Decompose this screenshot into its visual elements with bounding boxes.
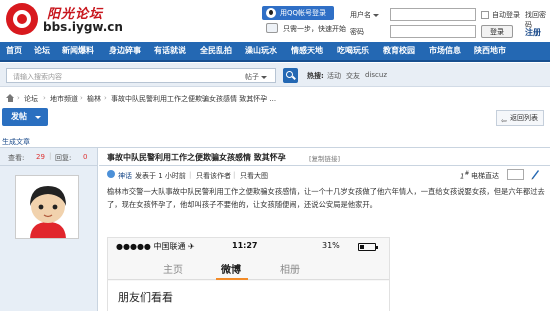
quick-login-icon <box>266 23 278 33</box>
chevron-down-icon <box>261 75 267 79</box>
nav-item-education[interactable]: 教育校园 <box>383 42 415 60</box>
home-icon[interactable] <box>6 94 15 102</box>
phone-tab-home: 主页 <box>163 265 183 276</box>
site-logo-icon[interactable] <box>6 3 38 35</box>
phone-status-bar: ●●●●● 中国联通 ✈ 11:27 31% <box>108 238 389 254</box>
auto-login-label: 自动登录 <box>492 11 520 19</box>
qq-icon <box>266 8 276 18</box>
username-input[interactable] <box>390 8 476 21</box>
site-header: 阳光论坛 bbs.iygw.cn 用QQ帐号登录 只需一步，快速开始 用户名 密… <box>0 0 550 40</box>
phone-tab-weibo: 微博 <box>221 265 241 276</box>
phone-tab-underline <box>216 278 248 280</box>
generate-article-link[interactable]: 生成文章 <box>2 137 30 147</box>
replies-count: 0 <box>83 153 88 161</box>
user-icon <box>107 170 115 178</box>
only-author-link[interactable]: 只看该作者 <box>196 171 231 181</box>
nav-item-talk[interactable]: 有话就说 <box>154 42 186 60</box>
phone-time: 11:27 <box>232 241 258 250</box>
phone-carrier: ●●●●● 中国联通 ✈ <box>116 242 195 251</box>
large-image-link[interactable]: 只看大图 <box>240 171 268 181</box>
quick-login-link[interactable]: 只需一步，快速开始 <box>283 24 346 34</box>
author-avatar[interactable] <box>15 175 79 239</box>
phone-battery-percent: 31% <box>322 241 340 250</box>
back-to-list-button[interactable]: ⇦ 返回列表 <box>496 110 544 126</box>
chevron-down-icon <box>373 13 379 17</box>
nav-item-emotion[interactable]: 情感天地 <box>291 42 323 60</box>
thread-stats: 查看: 29 | 回复: 0 <box>0 148 98 166</box>
search-button[interactable] <box>283 68 298 83</box>
breadcrumb: › 论坛 › 地市频道 › 榆林 › 事故中队民警利用工作之便欺骗女孩感情 致其… <box>0 92 550 106</box>
post-main: 事故中队民警利用工作之便欺骗女孩感情 致其怀孕 [复制链接] 神话 发表于 1 … <box>99 148 550 311</box>
post-content: 榆林市交警一大队事故中队民警利用工作之便欺骗女孩感情，让一个十几岁女孩做了他六年… <box>107 187 545 209</box>
avatar-image <box>16 176 78 238</box>
nav-item-market[interactable]: 市场信息 <box>429 42 461 60</box>
phone-content: 朋友们看看 <box>108 281 389 311</box>
hot-search-item[interactable]: discuz <box>365 71 387 79</box>
password-label: 密码 <box>350 28 364 36</box>
breadcrumb-item[interactable]: 地市频道 <box>50 94 78 104</box>
views-label: 查看: <box>8 154 25 162</box>
author-name[interactable]: 神话 <box>118 171 132 181</box>
search-input[interactable]: 请输入搜索内容 帖子 <box>6 68 276 83</box>
new-post-button[interactable]: 发帖 <box>2 108 48 126</box>
thread: 查看: 29 | 回复: 0 事故中队民警利用工作之便欺骗女孩感情 致其怀孕 [… <box>0 147 550 311</box>
post-meta: 神话 发表于 1 小时前 | 只看该作者 | 只看大图 1# 电梯直达 <box>99 168 550 184</box>
breadcrumb-current: 事故中队民警利用工作之便欺骗女孩感情 致其怀孕 ... <box>111 95 277 103</box>
author-sidebar: 查看: 29 | 回复: 0 <box>0 148 98 311</box>
hot-search-item[interactable]: 交友 <box>346 71 360 81</box>
search-bar: 请输入搜索内容 帖子 热搜: 活动 交友 discuz <box>0 63 550 87</box>
qq-login-button[interactable]: 用QQ帐号登录 <box>262 6 334 20</box>
jump-to-floor-label: 电梯直达 <box>471 172 499 180</box>
breadcrumb-item[interactable]: 论坛 <box>24 94 38 104</box>
login-button[interactable]: 登录 <box>481 25 513 38</box>
breadcrumb-item[interactable]: 榆林 <box>87 94 101 104</box>
login-panel: 用QQ帐号登录 只需一步，快速开始 用户名 密码 自动登录 登录 找回密码 注册 <box>262 3 550 39</box>
nav-item-food[interactable]: 吃喝玩乐 <box>337 42 369 60</box>
nav-item-photos[interactable]: 全民乱拍 <box>200 42 232 60</box>
username-type-select[interactable]: 用户名 <box>350 10 379 20</box>
post-title-row: 事故中队民警利用工作之便欺骗女孩感情 致其怀孕 [复制链接] <box>99 148 550 166</box>
post-title: 事故中队民警利用工作之便欺骗女孩感情 致其怀孕 <box>107 153 286 162</box>
nav-item-home[interactable]: 首页 <box>6 42 22 60</box>
arrow-left-icon: ⇦ <box>501 117 507 125</box>
main-nav: 首页 论坛 新闻爆料 身边碎事 有话就说 全民乱拍 澡山玩水 情感天地 吃喝玩乐… <box>0 42 550 62</box>
password-input[interactable] <box>390 25 476 38</box>
phone-heading: 朋友们看看 <box>118 291 173 304</box>
post-time: 发表于 1 小时前 <box>135 172 186 180</box>
auto-login-checkbox[interactable] <box>481 11 489 19</box>
hot-search-item[interactable]: 活动 <box>327 71 341 81</box>
phone-tabs: 主页 微博 相册 <box>108 256 389 280</box>
site-url: bbs.iygw.cn <box>43 20 123 34</box>
register-link[interactable]: 注册 <box>525 27 541 38</box>
search-type-select[interactable]: 帖子 <box>245 72 267 82</box>
chevron-down-icon <box>35 116 41 119</box>
views-count: 29 <box>36 153 45 161</box>
search-placeholder: 请输入搜索内容 <box>13 73 62 81</box>
nav-item-cities[interactable]: 陕西地市 <box>474 42 506 60</box>
pen-icon[interactable] <box>530 168 540 180</box>
floor-jump-input[interactable] <box>507 169 524 180</box>
nav-item-local[interactable]: 身边碎事 <box>109 42 141 60</box>
battery-icon <box>358 243 378 251</box>
hot-search-label: 热搜: <box>307 72 324 80</box>
nav-item-forum[interactable]: 论坛 <box>34 42 50 60</box>
copy-link[interactable]: [复制链接] <box>309 153 340 163</box>
nav-item-travel[interactable]: 澡山玩水 <box>245 42 277 60</box>
phone-tab-album: 相册 <box>280 265 300 276</box>
embedded-phone-screenshot: ●●●●● 中国联通 ✈ 11:27 31% 主页 微博 相册 朋友们看看 <box>107 237 390 311</box>
nav-item-news[interactable]: 新闻爆料 <box>62 42 94 60</box>
replies-label: 回复: <box>55 154 72 162</box>
floor-number: 1# <box>460 171 470 181</box>
